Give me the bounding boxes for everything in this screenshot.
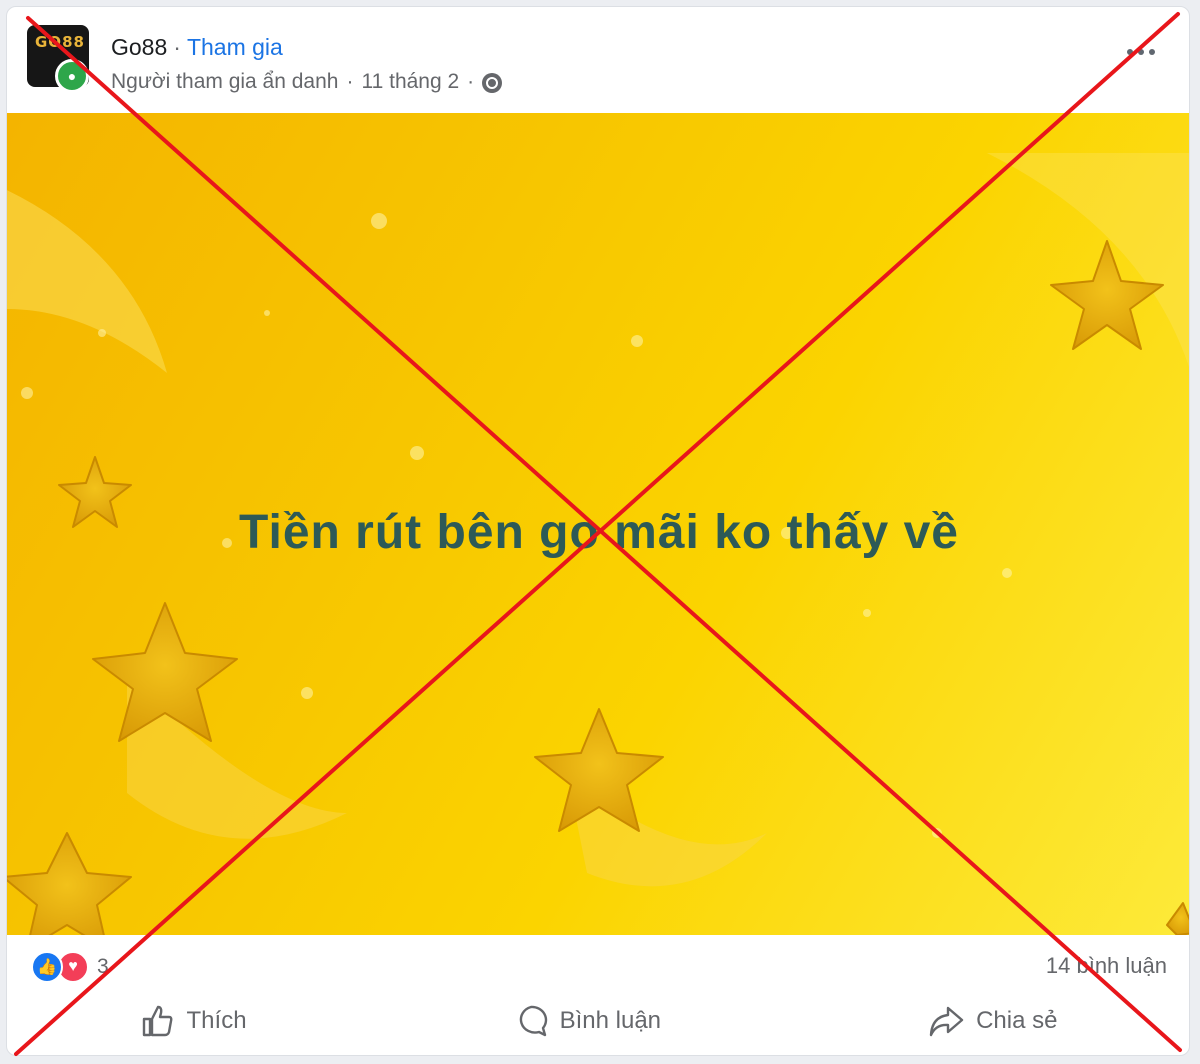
group-avatar[interactable]: GO88 ● xyxy=(27,25,89,93)
group-badge-icon: ● xyxy=(55,59,89,93)
comment-button[interactable]: Bình luận xyxy=(498,998,677,1044)
image-caption-text: Tiền rút bên go mãi ko thấy về xyxy=(239,506,959,559)
like-reaction-icon: 👍 xyxy=(31,951,63,983)
post-date[interactable]: 11 tháng 2 xyxy=(361,70,459,94)
author-name[interactable]: Người tham gia ẩn danh xyxy=(111,70,338,94)
share-label: Chia sẻ xyxy=(976,1007,1058,1034)
share-button[interactable]: Chia sẻ xyxy=(912,998,1073,1044)
more-options-icon[interactable] xyxy=(1127,47,1161,57)
comment-bubble-icon xyxy=(519,1005,547,1037)
like-label: Thích xyxy=(186,1007,247,1034)
thumbs-up-icon xyxy=(142,1005,172,1037)
like-button[interactable]: Thích xyxy=(125,998,263,1044)
post-meta: Người tham gia ẩn danh · 11 tháng 2 · xyxy=(111,70,503,94)
separator-dot: · xyxy=(173,34,181,60)
reaction-count: 3 xyxy=(97,955,109,978)
comments-count[interactable]: 14 bình luận xyxy=(1046,953,1167,979)
join-group-link[interactable]: Tham gia xyxy=(187,34,283,61)
separator-dot: · xyxy=(346,70,354,93)
post-actions-bar: Thích Bình luận Chia sẻ xyxy=(7,997,1189,1045)
group-name[interactable]: Go88 xyxy=(111,34,167,61)
separator-dot: · xyxy=(467,70,475,93)
post-header-title: Go88 · Tham gia xyxy=(111,34,283,61)
avatar-logo-text: GO88 xyxy=(35,33,85,51)
post-image[interactable]: Tiền rút bên go mãi ko thấy về xyxy=(7,113,1189,935)
globe-icon xyxy=(482,73,503,93)
share-arrow-icon xyxy=(929,1006,964,1037)
facebook-post: GO88 ● Go88 · Tham gia Người tham gia ẩn… xyxy=(6,6,1190,1056)
reactions-summary[interactable]: 👍 ♥ 3 xyxy=(31,951,109,983)
comment-label: Bình luận xyxy=(559,1007,662,1034)
